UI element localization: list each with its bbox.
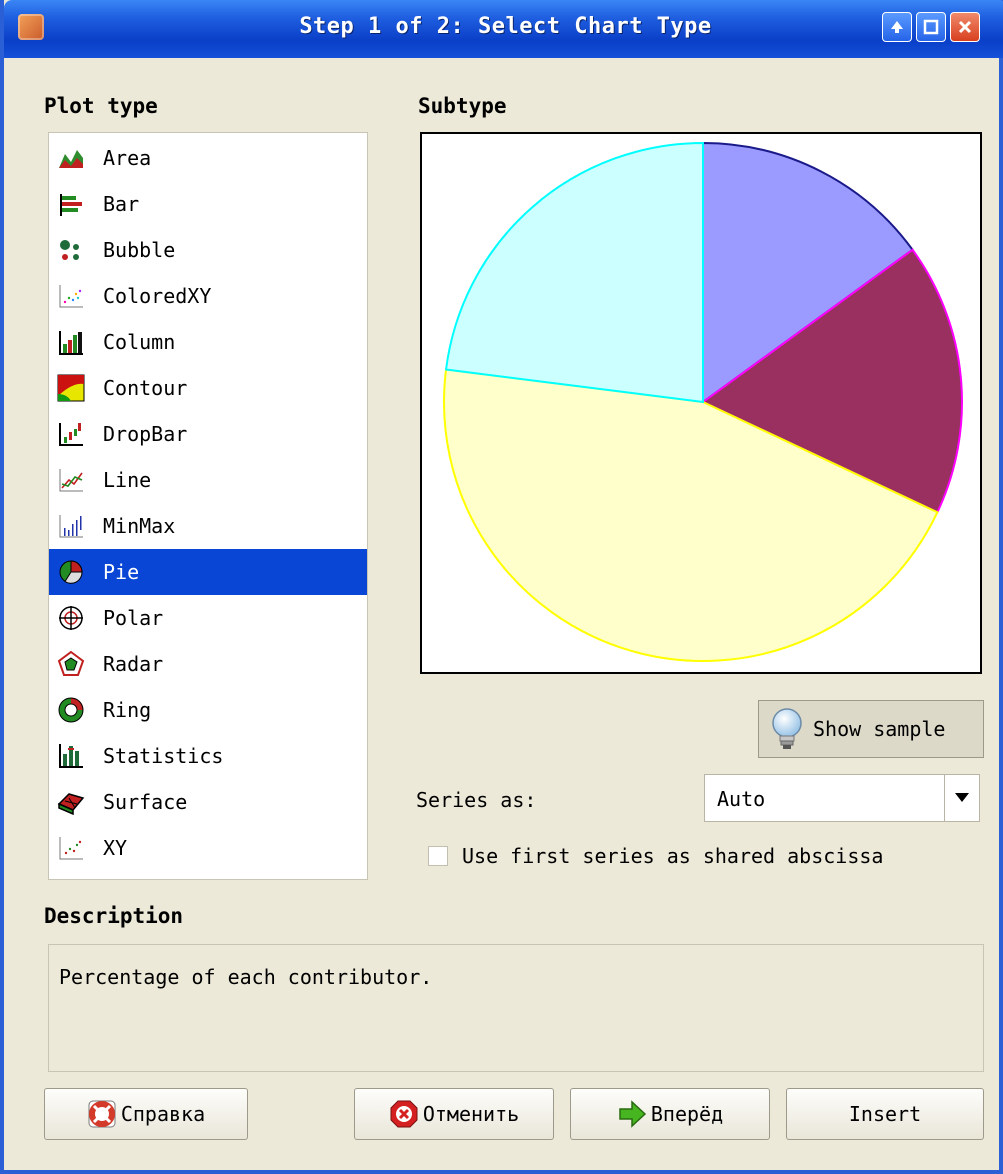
pie-slice-4: [444, 141, 704, 404]
ring-chart-icon: [58, 697, 84, 723]
arrow-right-icon: [619, 1100, 646, 1128]
description-text: Percentage of each contributor.: [59, 965, 433, 989]
bar-chart-icon: [60, 194, 82, 216]
show-sample-button[interactable]: Show sample: [758, 700, 984, 758]
plot-type-heading: Plot type: [44, 94, 158, 118]
list-item-bar[interactable]: Bar: [49, 181, 367, 227]
help-label: Справка: [120, 1102, 206, 1126]
list-item-coloredxy[interactable]: ColoredXY: [49, 273, 367, 319]
item-label: Pie: [103, 560, 140, 584]
line-chart-icon: [59, 469, 83, 492]
series-as-label: Series as:: [416, 788, 537, 812]
help-button[interactable]: Справка: [44, 1088, 248, 1140]
list-item-radar[interactable]: Radar: [49, 641, 367, 687]
column-chart-icon: [59, 331, 83, 355]
item-label: DropBar: [103, 422, 188, 446]
list-item-line[interactable]: Line: [49, 457, 367, 503]
surface-chart-icon: [57, 793, 85, 816]
maximize-button[interactable]: [916, 12, 946, 42]
list-item-contour[interactable]: Contour: [49, 365, 367, 411]
pie-preview-chart: [443, 141, 963, 662]
item-label: Polar: [103, 606, 164, 630]
item-label: Column: [103, 330, 176, 354]
shared-abscissa-checkbox[interactable]: [428, 846, 448, 866]
item-label: Bubble: [103, 238, 176, 262]
item-label: Statistics: [103, 744, 224, 768]
statistics-chart-icon: [59, 744, 83, 768]
item-label: Radar: [103, 652, 164, 676]
lightbulb-icon: [772, 708, 802, 749]
dropbar-chart-icon: [59, 423, 83, 446]
list-item-column[interactable]: Column: [49, 319, 367, 365]
item-label: Ring: [103, 698, 152, 722]
series-as-select[interactable]: Auto: [704, 774, 980, 822]
list-item-dropbar[interactable]: DropBar: [49, 411, 367, 457]
chart-wizard-window: Step 1 of 2: Select Chart Type Plot type…: [0, 0, 1003, 1174]
chevron-down-icon[interactable]: [944, 775, 979, 821]
series-as-value: Auto: [717, 787, 766, 811]
description-box: Percentage of each contributor.: [48, 944, 984, 1072]
close-icon: [958, 20, 972, 34]
item-label: Area: [103, 146, 152, 170]
maximize-icon: [923, 19, 939, 35]
list-item-area[interactable]: Area: [49, 135, 367, 181]
list-item-statistics[interactable]: Statistics: [49, 733, 367, 779]
list-item-minmax[interactable]: MinMax: [49, 503, 367, 549]
polar-chart-icon: [59, 606, 83, 630]
cancel-button[interactable]: Отменить: [354, 1088, 554, 1140]
radar-chart-icon: [57, 650, 85, 676]
lifebuoy-icon: [88, 1100, 116, 1128]
coloredxy-chart-icon: [59, 285, 83, 308]
item-label: MinMax: [103, 514, 176, 538]
plot-type-list[interactable]: Area Bar Bubble ColoredXY Column Contour…: [48, 132, 368, 880]
list-item-bubble[interactable]: Bubble: [49, 227, 367, 273]
cancel-icon: [390, 1100, 418, 1128]
item-label: Bar: [103, 192, 140, 216]
item-label: Line: [103, 468, 152, 492]
rollup-button[interactable]: [882, 12, 912, 42]
item-label: ColoredXY: [103, 284, 212, 308]
cancel-label: Отменить: [422, 1102, 520, 1126]
insert-button[interactable]: Insert: [786, 1088, 984, 1140]
next-label: Вперёд: [650, 1102, 724, 1126]
subtype-heading: Subtype: [418, 94, 507, 118]
subtype-preview: [420, 132, 982, 674]
arrow-up-icon: [891, 21, 903, 33]
bubble-chart-icon: [60, 240, 79, 260]
list-item-xy[interactable]: XY: [49, 825, 367, 871]
contour-chart-icon: [57, 374, 85, 402]
shared-abscissa-label[interactable]: Use first series as shared abscissa: [462, 844, 883, 868]
area-chart-icon: [59, 150, 83, 168]
next-button[interactable]: Вперёд: [570, 1088, 770, 1140]
xy-chart-icon: [59, 837, 83, 860]
title-bar[interactable]: Step 1 of 2: Select Chart Type: [4, 0, 1003, 58]
list-item-pie[interactable]: Pie: [49, 549, 367, 595]
minmax-chart-icon: [59, 515, 83, 538]
list-item-polar[interactable]: Polar: [49, 595, 367, 641]
window-title: Step 1 of 2: Select Chart Type: [299, 14, 712, 39]
insert-label: Insert: [848, 1102, 922, 1126]
list-item-surface[interactable]: Surface: [49, 779, 367, 825]
item-label: XY: [103, 836, 128, 860]
item-label: Contour: [103, 376, 188, 400]
list-item-ring[interactable]: Ring: [49, 687, 367, 733]
item-label: Surface: [103, 790, 188, 814]
close-button[interactable]: [950, 12, 980, 42]
show-sample-label: Show sample: [813, 717, 946, 741]
description-heading: Description: [44, 904, 184, 928]
pie-chart-icon: [59, 560, 83, 584]
